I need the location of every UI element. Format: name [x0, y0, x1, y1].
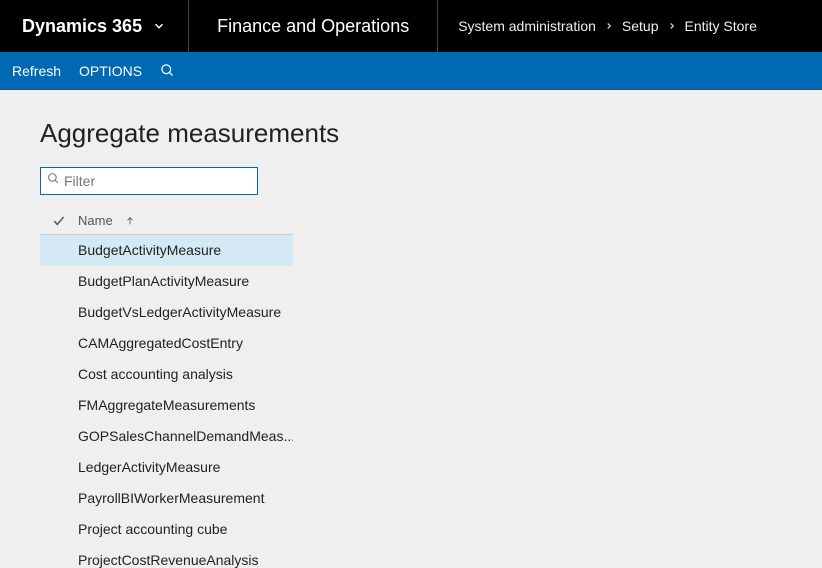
chevron-right-icon — [667, 21, 677, 31]
checkmark-icon[interactable] — [52, 214, 68, 228]
measurements-grid: Name BudgetActivityMeasureBudgetPlanActi… — [40, 207, 293, 568]
content-area: Aggregate measurements Name BudgetActivi… — [0, 90, 822, 568]
chevron-right-icon — [604, 21, 614, 31]
breadcrumb-item-0[interactable]: System administration — [458, 18, 596, 34]
page-title: Aggregate measurements — [40, 118, 822, 149]
table-row[interactable]: Project accounting cube — [40, 514, 293, 545]
top-nav-bar: Dynamics 365 Finance and Operations Syst… — [0, 0, 822, 52]
filter-box[interactable] — [40, 167, 258, 195]
sort-ascending-icon — [125, 216, 135, 226]
brand-dropdown[interactable]: Dynamics 365 — [0, 0, 189, 52]
table-row[interactable]: Cost accounting analysis — [40, 359, 293, 390]
refresh-button[interactable]: Refresh — [12, 63, 61, 79]
table-row[interactable]: GOPSalesChannelDemandMeas... — [40, 421, 293, 452]
table-row[interactable]: ProjectCostRevenueAnalysis — [40, 545, 293, 568]
table-row[interactable]: PayrollBIWorkerMeasurement — [40, 483, 293, 514]
grid-header[interactable]: Name — [40, 207, 293, 235]
search-icon — [47, 172, 64, 190]
brand-label: Dynamics 365 — [22, 16, 142, 37]
table-row[interactable]: FMAggregateMeasurements — [40, 390, 293, 421]
grid-rows: BudgetActivityMeasureBudgetPlanActivityM… — [40, 235, 293, 568]
table-row[interactable]: BudgetActivityMeasure — [40, 235, 293, 266]
filter-input[interactable] — [64, 173, 251, 189]
breadcrumb-item-2[interactable]: Entity Store — [685, 18, 757, 34]
column-header-name[interactable]: Name — [78, 213, 113, 228]
table-row[interactable]: BudgetVsLedgerActivityMeasure — [40, 297, 293, 328]
breadcrumb: System administration Setup Entity Store — [438, 0, 777, 52]
chevron-down-icon — [152, 19, 166, 33]
options-button[interactable]: OPTIONS — [79, 63, 142, 79]
search-icon[interactable] — [160, 63, 175, 78]
table-row[interactable]: LedgerActivityMeasure — [40, 452, 293, 483]
module-label: Finance and Operations — [189, 0, 438, 52]
table-row[interactable]: BudgetPlanActivityMeasure — [40, 266, 293, 297]
action-bar: Refresh OPTIONS — [0, 52, 822, 90]
table-row[interactable]: CAMAggregatedCostEntry — [40, 328, 293, 359]
breadcrumb-item-1[interactable]: Setup — [622, 18, 659, 34]
